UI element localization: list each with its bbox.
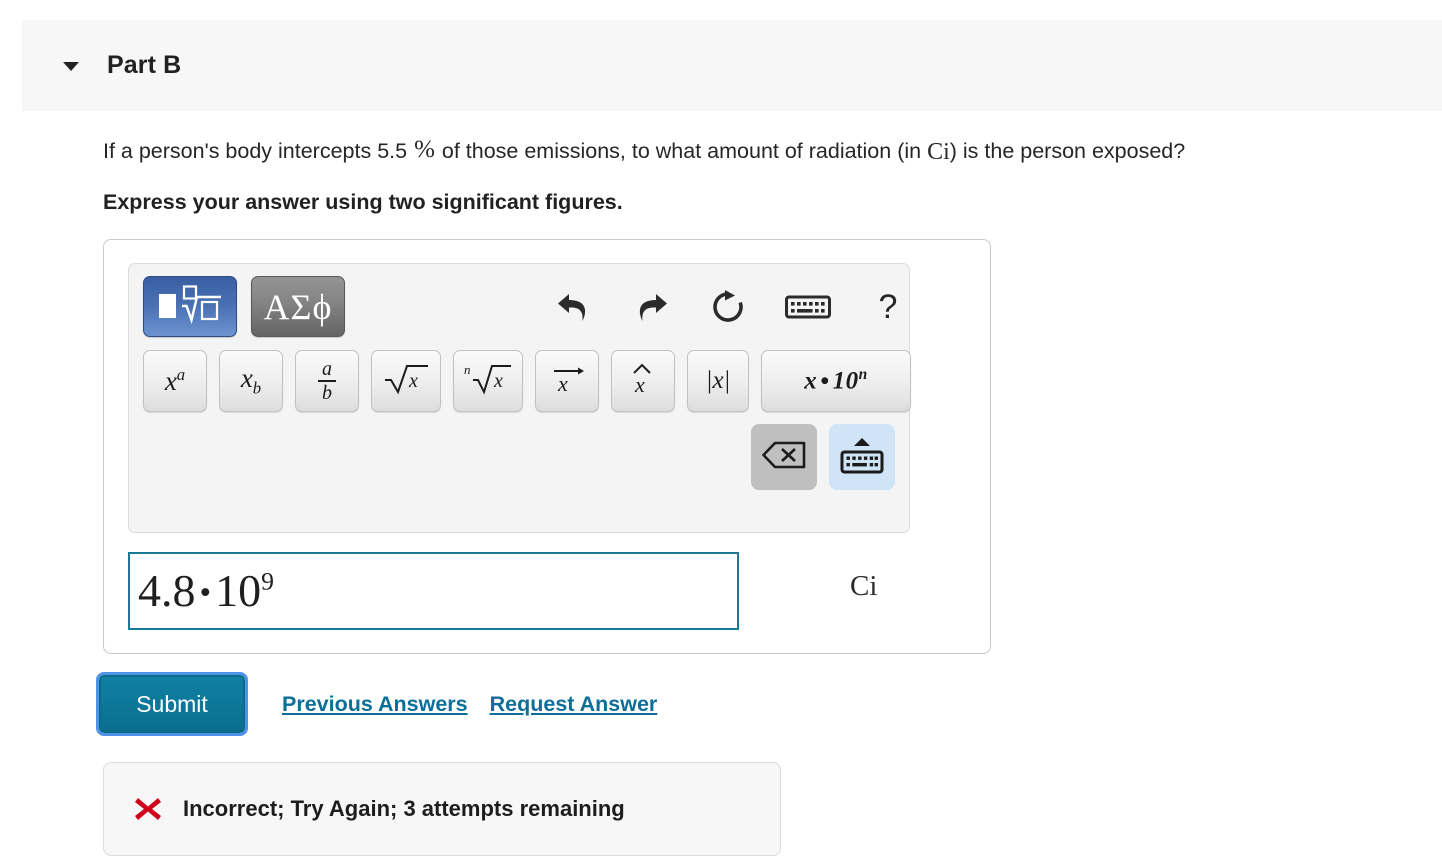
square-root-template-button[interactable]: x xyxy=(371,350,441,412)
unit-inline-ci: Ci xyxy=(927,139,950,165)
chevron-down-icon[interactable] xyxy=(60,55,82,77)
keyboard-up-icon xyxy=(839,432,885,483)
answer-mantissa: 4.8 xyxy=(138,565,196,616)
math-toolbar-row-modes: ΑΣϕ ? xyxy=(143,276,897,339)
greek-symbols-mode-button[interactable]: ΑΣϕ xyxy=(251,276,345,337)
answer-actions: Submit Previous Answers Request Answer xyxy=(96,672,658,736)
answer-value: 4.8 •109 xyxy=(138,568,274,614)
fraction-template-button[interactable]: ab xyxy=(295,350,359,412)
vector-template-button[interactable]: x xyxy=(535,350,599,412)
absolute-value-template-glyph: |x| xyxy=(705,367,731,394)
svg-text:x: x xyxy=(408,370,418,392)
math-templates-mode-button[interactable] xyxy=(143,276,237,337)
feedback-banner: Incorrect; Try Again; 3 attempts remaini… xyxy=(103,762,781,856)
absolute-value-template-button[interactable]: |x| xyxy=(687,350,749,412)
greek-letters-label: ΑΣϕ xyxy=(263,286,333,327)
keyboard-icon[interactable] xyxy=(777,280,839,334)
vector-template-glyph: x xyxy=(548,360,586,403)
request-answer-link[interactable]: Request Answer xyxy=(490,692,658,717)
page-title: Part B xyxy=(107,51,182,79)
percent-symbol: % xyxy=(414,136,435,163)
feedback-message: Incorrect; Try Again; 3 attempts remaini… xyxy=(183,796,625,821)
question-prompt: Express your answer using two significan… xyxy=(103,190,623,214)
superscript-template-glyph: xa xyxy=(164,365,186,396)
help-icon[interactable]: ? xyxy=(861,280,915,334)
x-mark-icon xyxy=(133,794,163,824)
nth-root-template-glyph: n x xyxy=(464,360,512,403)
scientific-notation-template-glyph: x • 10n xyxy=(804,366,868,395)
svg-text:x: x xyxy=(634,372,645,396)
answer-exponent: 9 xyxy=(261,566,274,596)
redo-icon[interactable] xyxy=(624,280,678,334)
answer-unit-label: Ci xyxy=(850,570,878,602)
answer-operator: • xyxy=(199,574,212,611)
question-body: If a person's body intercepts 5.5 % of t… xyxy=(0,111,1442,215)
superscript-template-button[interactable]: xa xyxy=(143,350,207,412)
submit-button[interactable]: Submit xyxy=(96,672,248,736)
svg-text:x: x xyxy=(557,371,568,396)
nth-root-template-button[interactable]: n x xyxy=(453,350,523,412)
scientific-notation-template-button[interactable]: x • 10n xyxy=(761,350,911,412)
help-question-mark: ? xyxy=(878,287,898,326)
toggle-keyboard-button[interactable] xyxy=(829,424,895,490)
problem-part-panel: Part B If a person's body intercepts 5.5… xyxy=(0,0,1442,856)
question-text-segment-3: ) is the person exposed? xyxy=(949,139,1186,163)
answer-entry-container: ΑΣϕ ? xa xb a b x n x x x |x| x • 10n 4.… xyxy=(103,239,991,654)
square-root-template-glyph: x xyxy=(383,361,429,402)
reset-icon[interactable] xyxy=(701,280,755,334)
svg-text:n: n xyxy=(464,362,471,377)
subscript-template-glyph: xb xyxy=(240,363,262,398)
fraction-template-glyph: ab xyxy=(318,358,336,403)
math-toolbar: ΑΣϕ ? xa xb a b x n x x x |x| x • 10n xyxy=(128,263,911,533)
math-template-icon xyxy=(157,284,223,329)
subscript-template-button[interactable]: xb xyxy=(219,350,283,412)
previous-answers-link[interactable]: Previous Answers xyxy=(282,692,468,717)
undo-icon[interactable] xyxy=(547,280,601,334)
answer-input-row: 4.8 •109 Ci xyxy=(128,552,968,632)
question-text-segment-1: If a person's body intercepts 5.5 xyxy=(103,139,414,163)
backspace-icon xyxy=(762,440,806,475)
question-text: If a person's body intercepts 5.5 % of t… xyxy=(0,135,1442,167)
svg-text:x: x xyxy=(493,370,503,392)
part-header[interactable]: Part B xyxy=(22,20,1442,111)
answer-input[interactable]: 4.8 •109 xyxy=(128,552,739,630)
hat-template-glyph: x xyxy=(626,360,660,403)
backspace-button[interactable] xyxy=(751,424,817,490)
answer-base: 10 xyxy=(215,565,262,616)
hat-template-button[interactable]: x xyxy=(611,350,675,412)
question-text-segment-2: of those emissions, to what amount of ra… xyxy=(435,139,928,163)
